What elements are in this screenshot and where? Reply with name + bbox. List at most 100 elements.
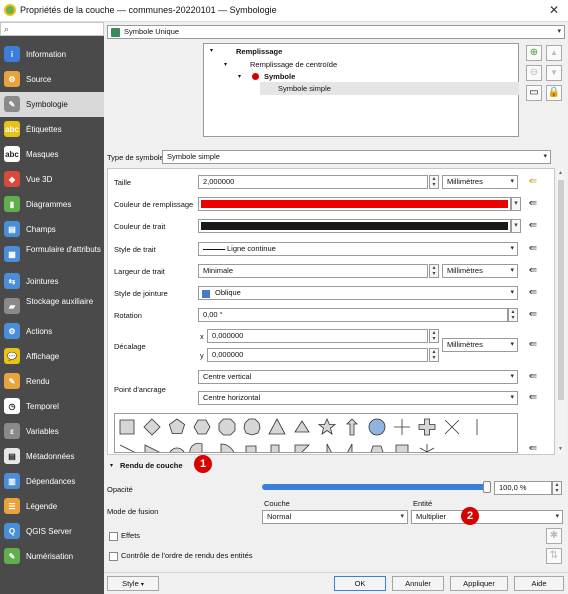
offset-x-spinner[interactable]: ▴ ▾ (429, 329, 439, 343)
data-defined-override-icon[interactable]: ⇚ (526, 309, 540, 321)
data-defined-override-icon[interactable]: ⇚ (526, 198, 540, 210)
data-defined-override-icon[interactable]: ⇚ (526, 243, 540, 255)
scroll-up-icon[interactable]: ▲ (558, 170, 563, 176)
shape-left-half-triangle[interactable] (344, 443, 353, 453)
layer-rendering-title[interactable]: Rendu de couche (120, 461, 183, 470)
sidebar-item-metadata[interactable]: ▤ Métadonnées (0, 444, 104, 469)
add-layer-icon[interactable]: ⊕ (526, 45, 542, 61)
data-defined-override-icon[interactable]: ⇚ (526, 265, 540, 277)
offset-unit-select[interactable]: Millimètres ▾ (442, 338, 518, 352)
shape-right-half-triangle[interactable] (326, 443, 335, 453)
shape-half-square[interactable] (270, 444, 280, 453)
shape-asterisk[interactable] (419, 444, 435, 453)
effects-settings-icon[interactable]: ✱ (546, 528, 562, 544)
feature-blend-select[interactable]: Multiplier ▾ (411, 510, 563, 524)
rotation-spinner[interactable]: ▴ ▾ (508, 308, 518, 322)
stroke-color-menu[interactable]: ▾ (511, 219, 521, 233)
scrollbar-thumb[interactable] (558, 180, 564, 400)
sidebar-item-legend[interactable]: ☰ Légende (0, 494, 104, 519)
sidebar-item-labels[interactable]: abc Étiquettes (0, 117, 104, 142)
shape-semicircle[interactable] (169, 447, 185, 453)
ok-button[interactable]: OK (334, 576, 386, 591)
sidebar-item-source[interactable]: ⚙ Source (0, 67, 104, 92)
symbol-type-select[interactable]: Symbole simple ▾ (162, 150, 551, 164)
opacity-spinner[interactable]: ▴ ▾ (552, 481, 562, 495)
size-spinner[interactable]: ▴ ▾ (429, 175, 439, 189)
shape-decagon[interactable] (243, 418, 261, 436)
stroke-width-unit-select[interactable]: Millimètres ▾ (442, 264, 518, 278)
shape-arrowhead[interactable] (119, 444, 135, 453)
layer-blend-select[interactable]: Normal ▾ (262, 510, 408, 524)
data-defined-override-icon[interactable]: ⇚ (526, 392, 540, 404)
fill-color-menu[interactable]: ▾ (511, 197, 521, 211)
data-defined-override-icon[interactable]: ⇚ (526, 443, 540, 455)
rotation-input[interactable]: 0,00 ° (198, 308, 508, 322)
shape-arrow[interactable] (346, 418, 358, 436)
anchor-vertical-select[interactable]: Centre vertical ▾ (198, 370, 518, 384)
fill-color-button[interactable] (198, 197, 511, 211)
size-unit-select[interactable]: Millimètres ▾ (442, 175, 518, 189)
effects-checkbox[interactable] (109, 532, 118, 541)
sidebar-item-attribute-form[interactable]: ▦ Formulaire d'attributs (0, 242, 104, 267)
shape-third-circle[interactable] (189, 442, 203, 453)
offset-y-input[interactable]: 0,000000 (207, 348, 428, 362)
render-order-checkbox[interactable] (109, 552, 118, 561)
shape-quarter-circle[interactable] (220, 443, 235, 453)
sidebar-item-variables[interactable]: ε Variables (0, 419, 104, 444)
shape-quarter-square[interactable] (245, 445, 257, 453)
shape-pentagon[interactable] (168, 418, 186, 434)
opacity-input[interactable]: 100,0 % (494, 481, 552, 495)
scroll-down-icon[interactable]: ▼ (558, 446, 563, 452)
expand-icon[interactable]: ▾ (210, 47, 213, 54)
collapse-icon[interactable]: ▾ (110, 462, 113, 469)
move-up-icon[interactable]: ▲ (546, 45, 562, 61)
shape-diamond[interactable] (143, 418, 161, 436)
sidebar-item-display[interactable]: 💬 Affichage (0, 344, 104, 369)
sidebar-item-3d-view[interactable]: ◆ Vue 3D (0, 167, 104, 192)
opacity-slider-handle[interactable] (483, 481, 491, 493)
renderer-select[interactable]: Symbole Unique ▾ (107, 25, 565, 39)
stroke-width-input[interactable]: Minimale (198, 264, 428, 278)
sidebar-item-info[interactable]: i Information (0, 42, 104, 67)
shape-star[interactable] (317, 417, 337, 435)
expand-icon[interactable]: ▾ (238, 73, 241, 80)
sidebar-item-temporal[interactable]: ◷ Temporel (0, 394, 104, 419)
shape-x-cross[interactable] (444, 419, 460, 435)
shape-diagonal-half-square[interactable] (294, 444, 310, 453)
sidebar-item-actions[interactable]: ⚙ Actions (0, 319, 104, 344)
join-style-select[interactable]: Oblique ▾ (198, 286, 518, 300)
sidebar-item-digitizing[interactable]: ✎ Numérisation (0, 544, 104, 569)
data-defined-override-icon[interactable]: ⇚ (526, 339, 540, 351)
shape-trapezoid[interactable] (369, 445, 385, 453)
style-menu-button[interactable]: Style ▾ (107, 576, 159, 591)
anchor-horizontal-select[interactable]: Centre horizontal ▾ (198, 391, 518, 405)
data-defined-override-icon[interactable]: ⇚ (526, 371, 540, 383)
search-input[interactable]: ⌕ (0, 22, 104, 36)
move-down-icon[interactable]: ▼ (546, 65, 562, 81)
properties-scrollbar[interactable]: ▲ ▼ (557, 168, 565, 455)
stroke-width-spinner[interactable]: ▴ ▾ (429, 264, 439, 278)
expand-icon[interactable]: ▾ (224, 61, 227, 68)
shape-circle[interactable] (368, 418, 386, 436)
stroke-style-select[interactable]: Ligne continue ▾ (198, 242, 518, 256)
shape-filled-arrowhead[interactable] (144, 444, 160, 453)
remove-layer-icon[interactable]: ⊖ (526, 65, 542, 81)
sidebar-item-rendering[interactable]: ✎ Rendu (0, 369, 104, 394)
lock-icon[interactable]: 🔒 (546, 85, 562, 101)
symbol-layer-tree[interactable]: ▾ Remplissage ▾ Remplissage de centroïde… (203, 43, 519, 137)
sort-icon[interactable]: ⇅ (546, 548, 562, 564)
duplicate-icon[interactable]: ▭ (526, 85, 542, 101)
shape-shield[interactable] (395, 444, 409, 453)
sidebar-item-auxiliary-storage[interactable]: ▰ Stockage auxiliaire (0, 294, 104, 319)
apply-button[interactable]: Appliquer (450, 576, 508, 591)
tree-item-centroid-fill[interactable]: Remplissage de centroïde (250, 60, 337, 69)
tree-item-simple-symbol[interactable]: Symbole simple (278, 84, 331, 93)
shape-equilateral-triangle[interactable] (294, 420, 310, 433)
stroke-color-button[interactable] (198, 219, 511, 233)
sidebar-item-symbology[interactable]: ✎ Symbologie (0, 92, 104, 117)
sidebar-item-fields[interactable]: ▤ Champs (0, 217, 104, 242)
data-defined-override-icon[interactable]: ⇚ (526, 220, 540, 232)
tree-item-symbol[interactable]: Symbole (264, 72, 295, 81)
marker-shape-gallery[interactable] (114, 413, 518, 453)
data-defined-override-icon[interactable]: ⇚ (526, 176, 540, 188)
